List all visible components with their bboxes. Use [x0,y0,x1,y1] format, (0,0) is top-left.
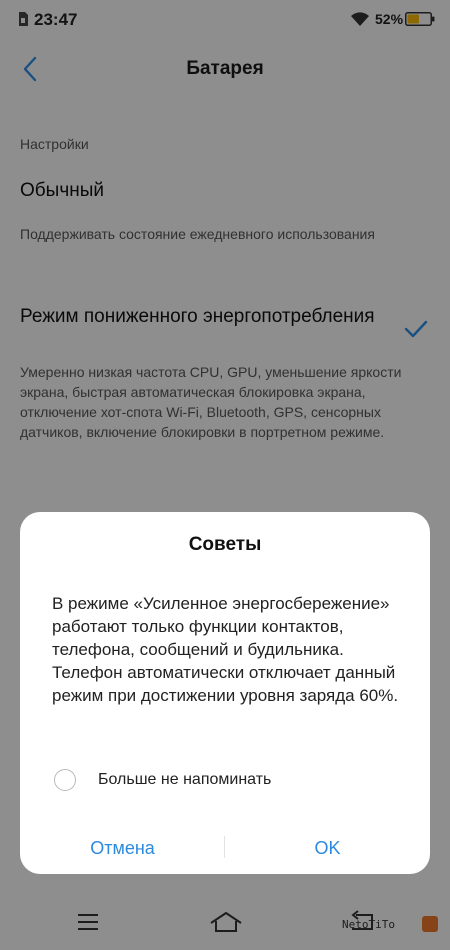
dont-remind-label: Больше не напоминать [98,771,272,788]
tips-dialog: Советы В режиме «Усиленное энергосбереже… [20,512,430,874]
dont-remind-checkbox[interactable]: Больше не напоминать [54,768,384,796]
cancel-button[interactable]: Отмена [20,822,225,874]
dialog-message: В режиме «Усиленное энергосбережение» ра… [52,594,399,705]
dialog-title: Советы [188,534,262,555]
ok-button[interactable]: OK [225,822,430,874]
radio-unchecked-icon[interactable] [54,769,76,791]
